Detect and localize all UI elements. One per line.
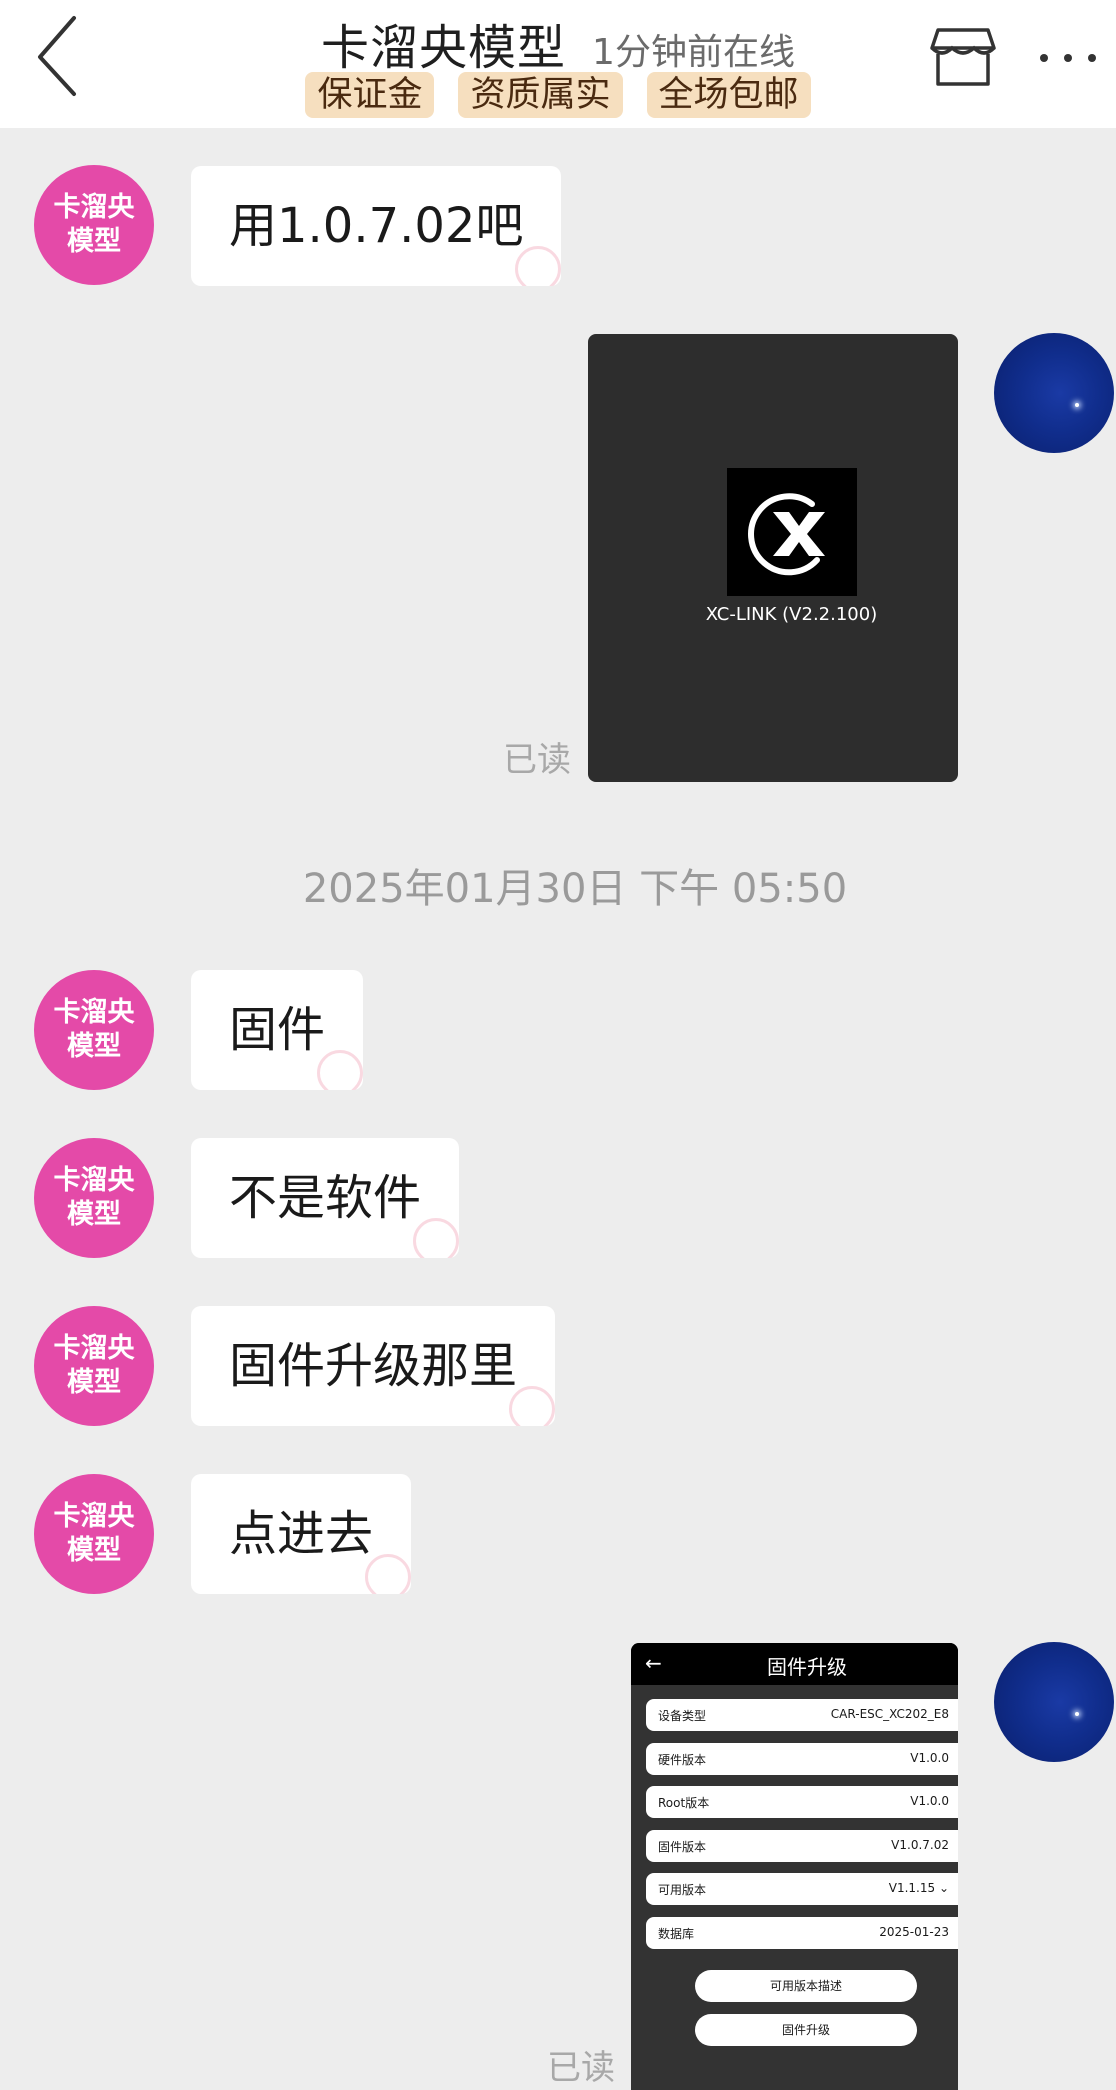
fw-row: 固件版本 V1.0.7.02: [646, 1830, 958, 1862]
shop-title[interactable]: 卡溜央模型: [321, 8, 566, 78]
fw-upgrade-button: 固件升级: [695, 2014, 917, 2046]
online-status: 1分钟前在线: [592, 32, 795, 73]
self-avatar[interactable]: [994, 1642, 1114, 1762]
badge-free-shipping[interactable]: 全场包邮: [646, 72, 811, 118]
chat-header: 卡溜央模型 1分钟前在线 保证金 资质属实 全场包邮: [0, 0, 1116, 128]
fw-title: 固件升级: [767, 1655, 847, 1679]
read-status: 已读: [503, 740, 571, 780]
badge-verified[interactable]: 资质属实: [458, 72, 623, 118]
message-text: 固件升级那里: [229, 1338, 518, 1394]
message-bubble[interactable]: 固件升级那里: [191, 1306, 556, 1426]
fw-row: 可用版本 V1.1.15 ⌄: [646, 1873, 958, 1905]
message-text: 点进去: [229, 1506, 374, 1562]
message-text: 不是软件: [229, 1170, 422, 1226]
image-caption: XC-LINK (V2.2.100): [705, 604, 878, 625]
seller-avatar[interactable]: 卡溜央 模型: [34, 970, 154, 1090]
message-text: 用1.0.7.02吧: [229, 198, 524, 254]
seller-avatar[interactable]: 卡溜央 模型: [34, 1474, 154, 1594]
self-avatar[interactable]: [994, 333, 1114, 453]
fw-row: 硬件版本 V1.0.0: [646, 1743, 958, 1775]
message-bubble[interactable]: 点进去: [191, 1474, 412, 1594]
badge-deposit[interactable]: 保证金: [305, 72, 435, 118]
image-message-xc-link[interactable]: XC-LINK (V2.2.100): [588, 334, 958, 782]
seller-avatar[interactable]: 卡溜央 模型: [34, 1306, 154, 1426]
fw-header: ← 固件升级: [631, 1643, 958, 1685]
seller-avatar[interactable]: 卡溜央 模型: [34, 1138, 154, 1258]
more-button[interactable]: [1036, 30, 1106, 90]
message-text: 固件: [229, 1002, 326, 1058]
message-bubble[interactable]: 不是软件: [191, 1138, 460, 1258]
image-message-firmware[interactable]: ← 固件升级 设备类型 CAR-ESC_XC202_E8 硬件版本 V1.0.0…: [631, 1643, 958, 2090]
fw-row: 数据库 2025-01-23: [646, 1917, 958, 1949]
store-icon: [930, 28, 996, 86]
fw-row: 设备类型 CAR-ESC_XC202_E8: [646, 1699, 958, 1731]
seller-avatar[interactable]: 卡溜央 模型: [34, 165, 154, 285]
message-bubble[interactable]: 固件: [191, 970, 364, 1090]
fw-version-desc-button: 可用版本描述: [695, 1970, 917, 2002]
timestamp: 2025年01月30日 下午 05:50: [302, 866, 848, 912]
more-dots-icon: [1040, 54, 1096, 62]
fw-row: Root版本 V1.0.0: [646, 1786, 958, 1818]
read-status: 已读: [547, 2048, 615, 2088]
message-bubble[interactable]: 用1.0.7.02吧: [191, 166, 562, 286]
store-button[interactable]: [928, 22, 998, 92]
xc-logo-icon: [727, 468, 857, 596]
